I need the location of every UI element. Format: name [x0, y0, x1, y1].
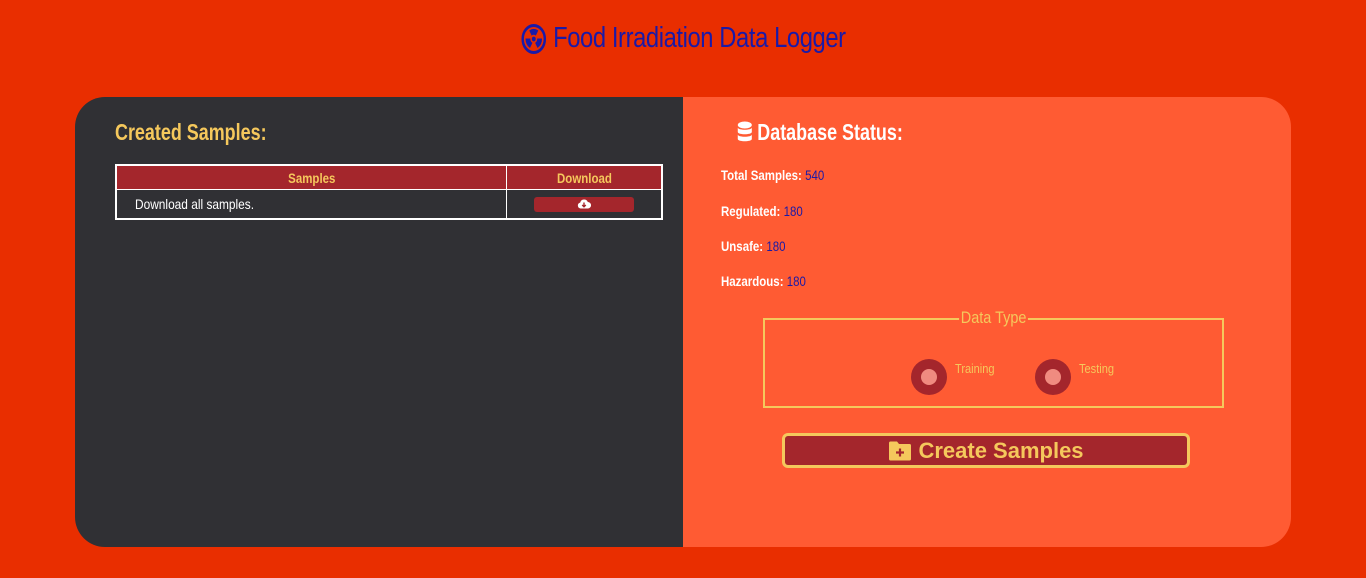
- data-type-legend: Data Type: [958, 308, 1029, 328]
- folder-plus-icon: [889, 441, 912, 460]
- database-icon: [737, 121, 752, 141]
- stat-label: Hazardous:: [721, 273, 784, 289]
- table-header-row: Samples Download: [115, 164, 663, 190]
- stat-value: 180: [783, 203, 803, 219]
- stat-label: Total Samples:: [721, 167, 802, 183]
- status-panel: Database Status: Total Samples: 540 Regul…: [683, 97, 1291, 547]
- download-cell: [506, 189, 663, 220]
- samples-heading: Created Samples:: [115, 119, 267, 145]
- radiation-icon: [520, 23, 546, 55]
- stat-label: Regulated:: [721, 203, 781, 219]
- sample-description: Download all samples.: [115, 189, 507, 220]
- create-samples-label: Create Samples: [918, 437, 1084, 463]
- download-all-button[interactable]: [534, 197, 634, 212]
- radio-label: Training: [955, 361, 995, 376]
- page-title: Food Irradiation Data Logger: [123, 22, 1243, 55]
- radio-testing[interactable]: Testing: [1035, 359, 1120, 395]
- radio-label: Testing: [1079, 361, 1115, 376]
- radio-button[interactable]: [911, 359, 947, 395]
- stat-value: 540: [805, 167, 825, 183]
- radio-button[interactable]: [1035, 359, 1071, 395]
- status-heading-text: Database Status:: [757, 119, 903, 145]
- table-row: Download all samples.: [115, 189, 663, 220]
- samples-panel: Created Samples: Samples Download Downlo…: [75, 97, 683, 547]
- samples-table: Samples Download Download all samples.: [115, 164, 663, 220]
- radio-training[interactable]: Training: [911, 359, 1001, 395]
- column-header-samples: Samples: [115, 164, 507, 190]
- cloud-download-icon: [577, 199, 591, 209]
- create-samples-button[interactable]: Create Samples: [782, 433, 1190, 468]
- stat-value: 180: [766, 238, 786, 254]
- stat-unsafe: Unsafe: 180: [721, 238, 786, 254]
- stat-label: Unsafe:: [721, 238, 764, 254]
- column-header-download: Download: [506, 164, 663, 190]
- data-type-fieldset: Data Type Training Testing: [763, 308, 1224, 408]
- page-title-text: Food Irradiation Data Logger: [553, 22, 846, 54]
- stat-hazardous: Hazardous: 180: [721, 273, 806, 289]
- stat-total-samples: Total Samples: 540: [721, 167, 824, 183]
- stat-value: 180: [786, 273, 806, 289]
- main-card: Created Samples: Samples Download Downlo…: [75, 97, 1291, 547]
- stat-regulated: Regulated: 180: [721, 203, 803, 219]
- status-heading: Database Status:: [737, 119, 903, 146]
